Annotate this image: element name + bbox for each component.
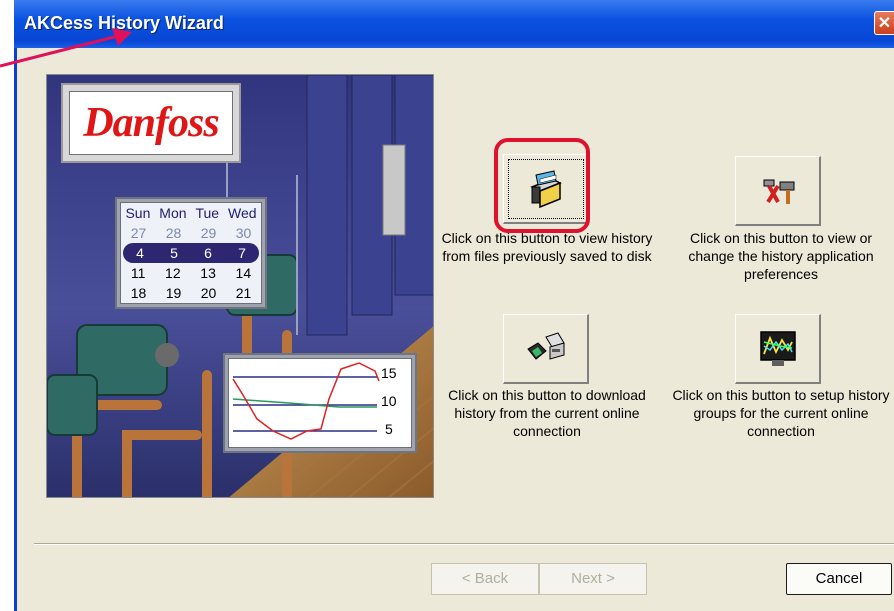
calendar-widget: Sun Mon Tue Wed 27 28 29 30 4 5 6 7 11 1…	[115, 197, 267, 309]
view-files-button[interactable]	[503, 154, 589, 224]
logo-text: Danfoss	[83, 100, 219, 146]
day-header: Wed	[227, 205, 257, 221]
calendar-day: 4	[136, 245, 144, 261]
day-header: Tue	[195, 205, 220, 221]
calendar-day: 14	[235, 265, 252, 281]
wizard-illustration: Danfoss Sun Mon Tue Wed 27 28 29 30 4 5 …	[46, 74, 434, 498]
calendar-day: 12	[165, 265, 181, 281]
calendar-day: 18	[130, 285, 147, 301]
calendar-day: 5	[170, 245, 178, 261]
calendar-day: 28	[165, 225, 182, 241]
back-button[interactable]: < Back	[431, 563, 539, 595]
trend-graph: 15 10 5	[223, 353, 417, 453]
trend-label: 15	[381, 365, 397, 381]
trend-label: 5	[385, 421, 393, 437]
close-icon: ✕	[877, 15, 892, 32]
calendar-day: 27	[130, 225, 147, 241]
calendar-header: Sun Mon Tue Wed	[121, 203, 261, 223]
calendar-day: 6	[204, 245, 212, 261]
calendar-day: 21	[235, 285, 252, 301]
download-button[interactable]	[503, 314, 589, 384]
network-download-icon	[526, 331, 565, 360]
calendar-day: 29	[200, 225, 217, 241]
calendar-day: 30	[235, 225, 252, 241]
danfoss-logo: Danfoss	[61, 83, 241, 163]
close-button[interactable]: ✕	[874, 11, 894, 35]
cancel-button[interactable]: Cancel	[786, 563, 892, 595]
separator-line	[34, 543, 894, 545]
graph-monitor-icon	[759, 330, 796, 366]
calendar-day: 7	[238, 245, 246, 261]
calendar-row: 18 19 20 21	[121, 283, 261, 303]
calendar-day: 19	[165, 285, 182, 301]
groups-button[interactable]	[735, 314, 821, 384]
preferences-button[interactable]	[735, 156, 821, 226]
calendar-row-selected: 4 5 6 7	[123, 243, 259, 263]
day-header: Sun	[125, 205, 151, 221]
file-cabinet-icon	[529, 169, 562, 208]
calendar-row: 11 12 13 14	[121, 263, 261, 283]
calendar-day: 20	[200, 285, 217, 301]
calendar-day: 13	[200, 265, 216, 281]
next-button[interactable]: Next >	[539, 563, 647, 595]
calendar-day: 11	[130, 265, 146, 281]
groups-description: Click on this button to setup history gr…	[672, 387, 890, 439]
view-files-description: Click on this button to view history fro…	[441, 230, 653, 264]
annotation-arrow	[0, 28, 132, 68]
calendar-row: 27 28 29 30	[121, 223, 261, 243]
tools-icon	[763, 179, 794, 204]
preferences-description: Click on this button to view or change t…	[688, 230, 874, 282]
trend-label: 10	[381, 393, 397, 409]
left-margin	[0, 0, 14, 611]
day-header: Mon	[159, 205, 187, 221]
download-description: Click on this button to download history…	[448, 387, 646, 439]
